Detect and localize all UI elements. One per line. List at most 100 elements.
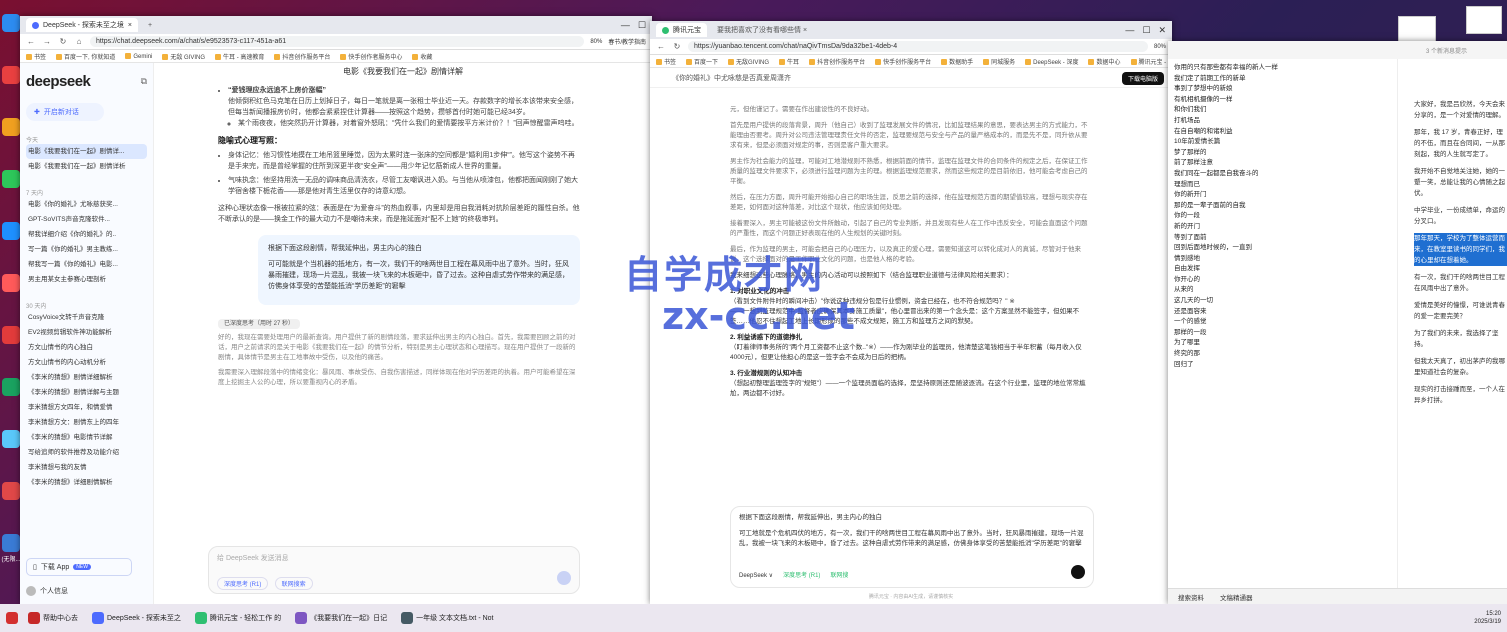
web-search-toggle[interactable]: 联网搜 [830, 571, 848, 581]
history-item[interactable]: 《李米的猜想》剧情详解与主题 [26, 385, 147, 400]
outline-item[interactable]: 在自自嘲的和诸利益 [1174, 127, 1391, 138]
bookmark-item[interactable]: 腾讯元宝 - 轻松工作 [1131, 57, 1173, 66]
tab-deepseek[interactable]: DeepSeek - 探索未至之境 × [26, 18, 139, 32]
outline-item[interactable]: 回归了 [1174, 360, 1391, 371]
bookmark-item[interactable]: 快手创作者服务中心 [340, 52, 402, 61]
url-field[interactable]: https://chat.deepseek.com/a/chat/s/e9523… [90, 36, 585, 47]
system-clock[interactable]: 15:20 2025/3/19 [1474, 610, 1501, 626]
outline-item[interactable]: 自由发挥 [1174, 264, 1391, 275]
outline-item[interactable]: 那的是一辈子面前的自我 [1174, 201, 1391, 212]
message-input[interactable]: 给 DeepSeek 发送消息 深度思考 (R1) 联网搜索 [208, 546, 580, 594]
outline-item[interactable]: 这几天的一切 [1174, 296, 1391, 307]
bookmark-item[interactable]: 同城服务 [983, 57, 1015, 66]
desktop-app-icon[interactable] [2, 274, 20, 292]
new-chat-button[interactable]: ✚ 开启新对话 [26, 103, 104, 121]
bookmark-item[interactable]: 书签 [26, 52, 46, 61]
desktop-app-icon[interactable] [2, 118, 20, 136]
outline-item[interactable]: 一个的感觉 [1174, 317, 1391, 328]
zoom-level[interactable]: 80% [590, 39, 602, 45]
start-icon[interactable] [6, 612, 18, 624]
download-desktop-button[interactable]: 下载电脑版 [1121, 72, 1164, 85]
refresh-icon[interactable]: ↻ [672, 42, 682, 51]
history-item[interactable]: 写给追师的软件推荐及功能介绍 [26, 445, 147, 460]
outline-item[interactable]: 新的开门 [1174, 222, 1391, 233]
bookmark-item[interactable]: 书签 [656, 57, 676, 66]
send-button[interactable] [1071, 565, 1085, 579]
deep-think-toggle[interactable]: 深度思考 (R1) [783, 571, 820, 581]
desktop-app-icon[interactable] [2, 170, 20, 188]
history-item[interactable]: 电影《我要我们在一起》剧情详析 [26, 159, 147, 174]
history-item[interactable]: 李米猜想与我的友情 [26, 460, 147, 475]
outline-item[interactable]: 你的一段 [1174, 211, 1391, 222]
history-item[interactable]: 《李米的猜想》剧情详细解析 [26, 370, 147, 385]
desktop-app-icon[interactable] [2, 378, 20, 396]
profile-button[interactable]: 个人信息 [26, 586, 68, 596]
outline-item[interactable]: 为了哪里 [1174, 338, 1391, 349]
desktop-app-icon[interactable] [2, 66, 20, 84]
bookmark-item[interactable]: 无敌GIVING [728, 57, 769, 66]
selected-paragraph[interactable]: 那年那天，学校为了整体运营而来，在教室里读书的同学们，我的心里却在想着她。 [1414, 233, 1507, 266]
notification-text[interactable]: 3 个新消息提示 [1426, 46, 1467, 55]
conversation-title[interactable]: 《你的婚礼》中尤咏慈是否真爱周潇齐 [672, 73, 791, 83]
history-item[interactable]: 李米猜想方文：剧情东上的四年 [26, 415, 147, 430]
maximize-icon[interactable]: ☐ [1142, 25, 1150, 36]
outline-item[interactable]: 回到后面地时候的，一直到 [1174, 243, 1391, 254]
history-item[interactable]: 《李米的猜想》电影情节详解 [26, 430, 147, 445]
outline-item[interactable]: 那样的一段 [1174, 328, 1391, 339]
model-selector[interactable]: DeepSeek ∨ [739, 571, 773, 581]
desktop-app-icon[interactable] [2, 326, 20, 344]
history-item[interactable]: CosyVoice文转千声音克隆 [26, 310, 147, 325]
download-app-button[interactable]: ▯ 下载 App NEW [26, 558, 132, 576]
history-item[interactable]: 电影《我要我们在一起》剧情详... [26, 144, 147, 159]
back-icon[interactable]: ← [656, 42, 666, 51]
tab-extra-label[interactable]: 春节/教学指南 [608, 37, 646, 46]
history-item[interactable]: 李米猜想方文四年，和情爱情 [26, 400, 147, 415]
history-item[interactable]: 写一篇《你的婚礼》男主教练... [26, 242, 147, 257]
desktop-thumbnail-1[interactable] [1466, 6, 1502, 34]
desktop-app-icon[interactable] [2, 482, 20, 500]
history-item[interactable]: 帮我写一篇《你的婚礼》电影... [26, 257, 147, 272]
tab-secondary[interactable]: 要我把喜欢了没有看哪些情 × [711, 23, 813, 37]
bookmark-item[interactable]: 无敌 GIVING [162, 52, 205, 61]
maximize-icon[interactable]: ☐ [638, 20, 646, 31]
outline-item[interactable]: 梦了那样的 [1174, 148, 1391, 159]
back-icon[interactable]: ← [26, 37, 36, 46]
zoom-level[interactable]: 80% [1154, 44, 1166, 50]
desktop-app-icon[interactable] [2, 14, 20, 32]
taskbar-app[interactable]: DeepSeek - 探索未至之 [92, 612, 181, 624]
message-input[interactable]: 根据下面这段剧情，帮我延伸出，男主内心的独白 可工地就是个危机四伏的地方，有一次… [730, 506, 1094, 588]
history-item[interactable]: EV2视频剪辑软件神功能解析 [26, 325, 147, 340]
thinking-tag[interactable]: 已深度思考（用时 27 秒） [218, 319, 301, 329]
bookmark-item[interactable]: 百度一下, 你就知道 [56, 52, 115, 61]
web-search-toggle[interactable]: 联网搜索 [274, 577, 313, 590]
close-icon[interactable]: ✕ [1158, 25, 1166, 36]
history-item[interactable]: GPT-SoVITS声音克隆软件... [26, 212, 147, 227]
bookmark-item[interactable]: 数据助手 [941, 57, 973, 66]
outline-item[interactable]: 和你们我们 [1174, 105, 1391, 116]
minimize-icon[interactable]: — [1125, 25, 1134, 36]
outline-item[interactable]: 等到了面前 [1174, 233, 1391, 244]
taskbar-app[interactable]: 《我要我们在一起》日记 [295, 612, 387, 624]
history-item[interactable]: 电影《你的婚礼》尤咏慈获奖... [26, 197, 147, 212]
desktop-app-icon[interactable] [2, 222, 20, 240]
outline-item[interactable]: 我们定了前期工作的新单 [1174, 74, 1391, 85]
outline-item[interactable]: 我们同在一起都是自我奋斗的 [1174, 169, 1391, 180]
bookmark-item[interactable]: 百度一下 [686, 57, 718, 66]
taskbar-app[interactable]: 腾讯元宝 - 轻松工作 的 [194, 612, 281, 624]
bottom-bar-item[interactable]: 文稿精通器 [1220, 592, 1253, 602]
bookmark-item[interactable]: 数据中心 [1088, 57, 1120, 66]
url-field[interactable]: https://yuanbao.tencent.com/chat/naQivTm… [688, 41, 1148, 52]
history-item[interactable]: 方文山情书的内心独白 [26, 340, 147, 355]
forward-icon[interactable]: → [42, 37, 52, 46]
bottom-bar-item[interactable]: 搜索资料 [1178, 592, 1204, 602]
outline-item[interactable]: 理想而已 [1174, 180, 1391, 191]
history-item[interactable]: 帮我详细介绍《你的婚礼》的.. [26, 227, 147, 242]
outline-item[interactable]: 你的新开门 [1174, 190, 1391, 201]
outline-item[interactable]: 有机相机摄像的一样 [1174, 95, 1391, 106]
bookmark-item[interactable]: 抖音创作服务平台 [274, 52, 330, 61]
outline-item[interactable]: 10年前爱情长篇 [1174, 137, 1391, 148]
send-button[interactable] [557, 571, 571, 585]
bookmark-item[interactable]: 抖音创作服务平台 [809, 57, 865, 66]
home-icon[interactable]: ⌂ [74, 37, 84, 46]
outline-item[interactable]: 从来的 [1174, 285, 1391, 296]
